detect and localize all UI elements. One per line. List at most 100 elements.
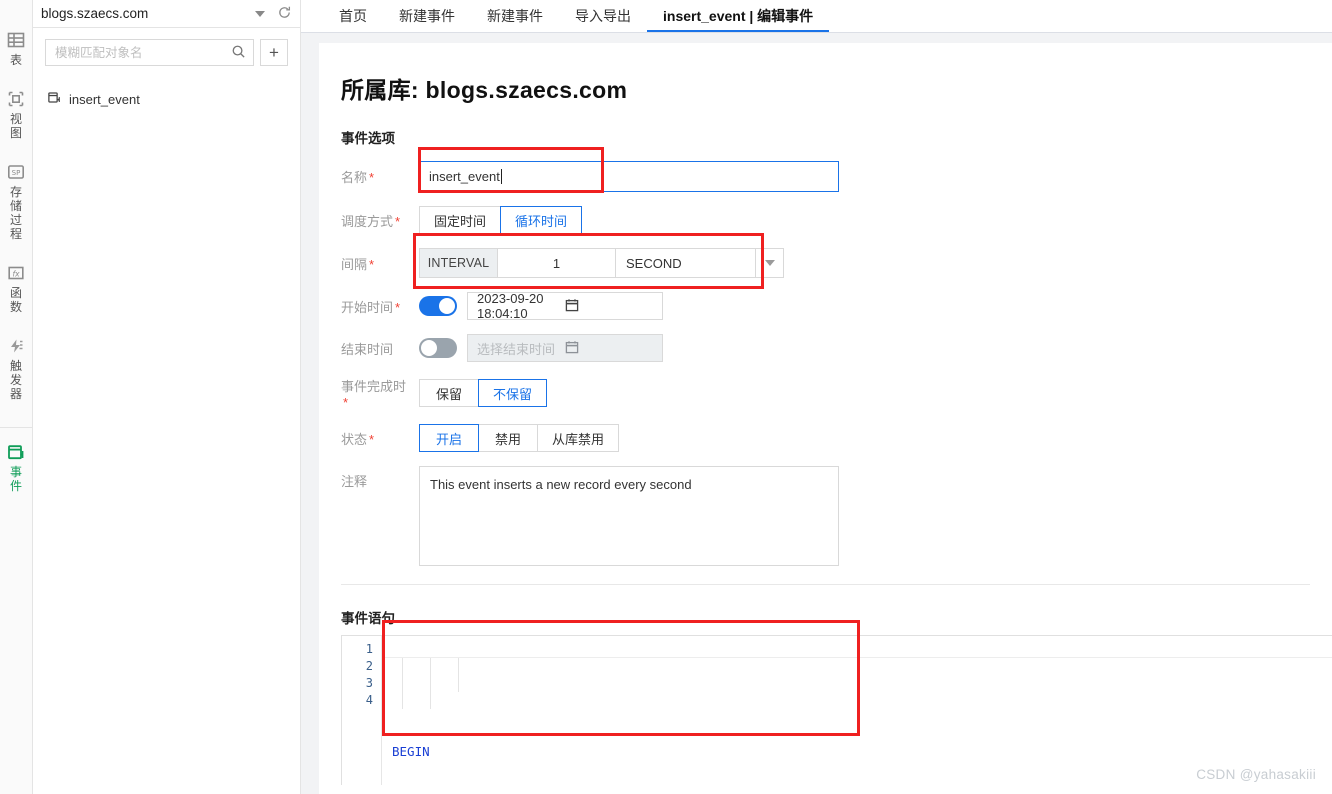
name-input-value: insert_event: [429, 169, 500, 184]
required-marker: *: [343, 395, 349, 410]
interval-unit-select[interactable]: SECOND: [616, 248, 756, 278]
field-row-start-time: 开始时间 * 2023-09-20 18:04:10: [319, 291, 1332, 321]
table-icon: [6, 30, 26, 50]
rail-item-label: 表: [9, 53, 22, 67]
status-option-disable-on-slave[interactable]: 从库禁用: [537, 424, 620, 452]
rail-divider: [0, 427, 32, 428]
list-item[interactable]: insert_event: [47, 88, 300, 110]
schedule-option-fixed[interactable]: 固定时间: [419, 206, 502, 234]
database-name: blogs.szaecs.com: [41, 6, 149, 21]
rail-item-trigger[interactable]: 触发器: [0, 336, 33, 401]
stored-procedure-icon: SP: [6, 162, 26, 182]
rail-item-event[interactable]: 事件: [0, 442, 33, 493]
tab-new-event-1[interactable]: 新建事件: [383, 0, 471, 32]
function-icon: fx: [6, 263, 26, 283]
tab-home[interactable]: 首页: [323, 0, 383, 32]
object-browser-panel: blogs.szaecs.com + insert_event: [33, 0, 301, 794]
label-text: 开始时间: [341, 299, 394, 315]
field-row-on-completion: 事件完成时* 保留 不保留: [319, 376, 1332, 410]
field-row-status: 状态 * 开启 禁用 从库禁用: [319, 424, 1332, 452]
status-option-disable[interactable]: 禁用: [478, 424, 538, 452]
status-option-enable[interactable]: 开启: [419, 424, 479, 452]
app-root: 表 视图 SP 存储过程 fx 函数 触发器 事件 blogs.szaecs.c…: [0, 0, 1332, 794]
rail-item-label: 视图: [9, 112, 22, 140]
page-title: 所属库: blogs.szaecs.com: [341, 77, 628, 103]
trigger-icon: [6, 336, 26, 356]
name-input[interactable]: insert_event: [419, 161, 839, 192]
on-completion-segmented-control: 保留 不保留: [419, 379, 548, 407]
schedule-segmented-control: 固定时间 循环时间: [419, 206, 583, 234]
interval-control: INTERVAL 1 SECOND: [419, 248, 784, 278]
rail-item-stored-procedure[interactable]: SP 存储过程: [0, 162, 33, 241]
tab-import-export[interactable]: 导入导出: [559, 0, 647, 32]
search-box[interactable]: [45, 39, 254, 66]
search-input[interactable]: [53, 44, 231, 61]
tab-new-event-2[interactable]: 新建事件: [471, 0, 559, 32]
start-time-value: 2023-09-20 18:04:10: [477, 291, 544, 321]
rail-item-label: 函数: [9, 286, 22, 314]
comment-textarea[interactable]: This event inserts a new record every se…: [419, 466, 839, 566]
start-time-toggle[interactable]: [419, 296, 457, 316]
svg-text:fx: fx: [12, 270, 20, 279]
refresh-icon[interactable]: [277, 5, 292, 23]
calendar-icon[interactable]: [565, 298, 653, 315]
required-marker: *: [369, 170, 375, 185]
interval-unit-dropdown-button[interactable]: [756, 248, 784, 278]
required-marker: *: [395, 299, 401, 315]
interval-prefix: INTERVAL: [419, 248, 498, 278]
main-region: 首页 新建事件 新建事件 导入导出 insert_event | 编辑事件 所属…: [301, 0, 1332, 794]
code-token: BEGIN: [392, 744, 430, 759]
on-completion-option-not-preserve[interactable]: 不保留: [478, 379, 548, 407]
rail-item-table[interactable]: 表: [0, 30, 33, 67]
label-text: 注释: [341, 474, 368, 489]
event-editor-card: 所属库: blogs.szaecs.com 事件选项 名称 * insert_ev…: [319, 43, 1332, 794]
calendar-icon: [565, 340, 653, 357]
rail-item-view[interactable]: 视图: [0, 89, 33, 140]
end-time-placeholder: 选择结束时间: [477, 341, 556, 357]
section-title-statement: 事件语句: [341, 611, 395, 626]
view-icon: [6, 89, 26, 109]
interval-value-input[interactable]: 1: [498, 248, 616, 278]
label-text: 事件完成时: [341, 379, 407, 394]
field-label-on-completion: 事件完成时*: [341, 376, 419, 410]
editor-top-line: [382, 657, 1332, 658]
tab-bar: 首页 新建事件 新建事件 导入导出 insert_event | 编辑事件: [301, 0, 1332, 33]
object-search-row: +: [33, 28, 300, 66]
rail-item-function[interactable]: fx 函数: [0, 263, 33, 314]
sql-code-area[interactable]: BEGIN INSERT INTO log_table (`event_type…: [382, 636, 1332, 785]
indent-guide: [402, 658, 403, 709]
toggle-knob: [421, 340, 437, 356]
schedule-option-recurring[interactable]: 循环时间: [500, 206, 583, 234]
add-object-button[interactable]: +: [260, 39, 288, 66]
line-number: 4: [365, 693, 373, 707]
chevron-down-icon[interactable]: [255, 10, 265, 17]
search-icon[interactable]: [231, 44, 246, 62]
line-number-gutter: 1 2 3 4: [342, 636, 382, 785]
field-row-comment: 注释 This event inserts a new record every…: [319, 466, 1332, 566]
status-segmented-control: 开启 禁用 从库禁用: [419, 424, 620, 452]
label-text: 结束时间: [341, 341, 394, 357]
sql-editor[interactable]: 1 2 3 4 BEGIN INSERT INTO log_table (`ev…: [341, 635, 1332, 785]
field-row-name: 名称 * insert_event: [319, 161, 1332, 192]
section-divider: [341, 584, 1310, 585]
field-label-end-time: 结束时间: [341, 339, 419, 358]
list-item-label: insert_event: [69, 91, 140, 107]
field-label-name: 名称 *: [341, 167, 419, 186]
object-type-rail: 表 视图 SP 存储过程 fx 函数 触发器 事件: [0, 0, 33, 794]
end-time-input[interactable]: 选择结束时间: [467, 334, 663, 362]
field-row-end-time: 结束时间 选择结束时间: [319, 334, 1332, 362]
required-marker: *: [369, 431, 375, 447]
field-label-interval: 间隔 *: [341, 254, 419, 273]
svg-text:SP: SP: [12, 169, 21, 177]
line-number: 3: [365, 676, 373, 690]
field-row-schedule: 调度方式 * 固定时间 循环时间: [319, 206, 1332, 234]
content-scroll-area[interactable]: 所属库: blogs.szaecs.com 事件选项 名称 * insert_ev…: [301, 33, 1332, 794]
indent-guide: [458, 658, 459, 692]
end-time-toggle[interactable]: [419, 338, 457, 358]
on-completion-option-preserve[interactable]: 保留: [419, 379, 479, 407]
tab-edit-event[interactable]: insert_event | 编辑事件: [647, 0, 830, 32]
field-label-comment: 注释: [341, 466, 419, 490]
rail-item-label: 存储过程: [9, 185, 22, 241]
database-header: blogs.szaecs.com: [33, 0, 300, 28]
start-time-input[interactable]: 2023-09-20 18:04:10: [467, 291, 663, 321]
